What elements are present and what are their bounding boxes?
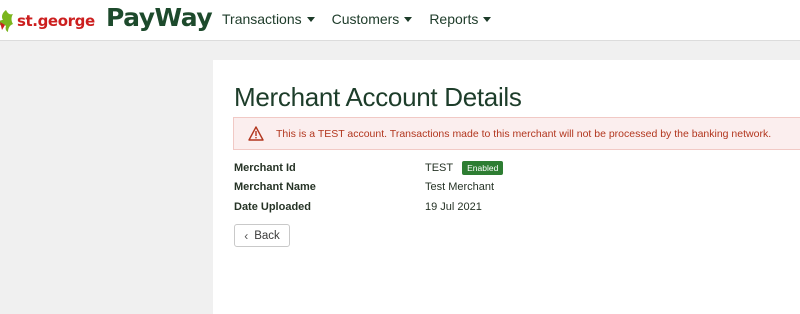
- nav-customers[interactable]: Customers: [332, 11, 413, 27]
- page-title: Merchant Account Details: [234, 82, 522, 112]
- date-uploaded-row: Date Uploaded 19 Jul 2021: [234, 201, 482, 213]
- main-nav: Transactions Customers Reports: [222, 11, 492, 27]
- chevron-left-icon: ‹: [244, 228, 249, 243]
- nav-reports[interactable]: Reports: [429, 11, 492, 27]
- merchant-id-value: TEST: [425, 162, 454, 174]
- caret-down-icon: [404, 16, 413, 22]
- alert-message: This is a TEST account. Transactions mad…: [276, 127, 772, 140]
- date-uploaded-value: 19 Jul 2021: [425, 201, 482, 213]
- back-button-label: Back: [254, 229, 280, 242]
- dragon-logo-icon: [0, 10, 13, 32]
- status-badge: Enabled: [462, 161, 504, 175]
- test-account-alert: This is a TEST account. Transactions mad…: [233, 117, 800, 150]
- caret-down-icon: [306, 16, 315, 22]
- warning-icon: [248, 126, 264, 141]
- nav-reports-label: Reports: [429, 11, 479, 27]
- nav-transactions-label: Transactions: [222, 11, 302, 27]
- content-panel: Merchant Account Details This is a TEST …: [213, 60, 800, 314]
- back-button[interactable]: ‹ Back: [234, 224, 290, 247]
- nav-customers-label: Customers: [331, 11, 400, 27]
- merchant-id-row: Merchant Id TEST Enabled: [234, 161, 504, 175]
- merchant-name-label: Merchant Name: [234, 181, 316, 193]
- top-navbar: st.george PayWay Transactions Customers …: [0, 0, 800, 41]
- logo-text: st.george: [17, 12, 95, 30]
- caret-down-icon: [483, 16, 492, 22]
- st-george-logo[interactable]: st.george: [0, 7, 95, 35]
- date-uploaded-label: Date Uploaded: [234, 201, 312, 213]
- merchant-id-label: Merchant Id: [234, 162, 296, 174]
- payway-brand[interactable]: PayWay: [106, 3, 213, 32]
- nav-transactions[interactable]: Transactions: [222, 11, 315, 27]
- merchant-name-row: Merchant Name Test Merchant: [234, 181, 494, 193]
- merchant-name-value: Test Merchant: [425, 181, 495, 193]
